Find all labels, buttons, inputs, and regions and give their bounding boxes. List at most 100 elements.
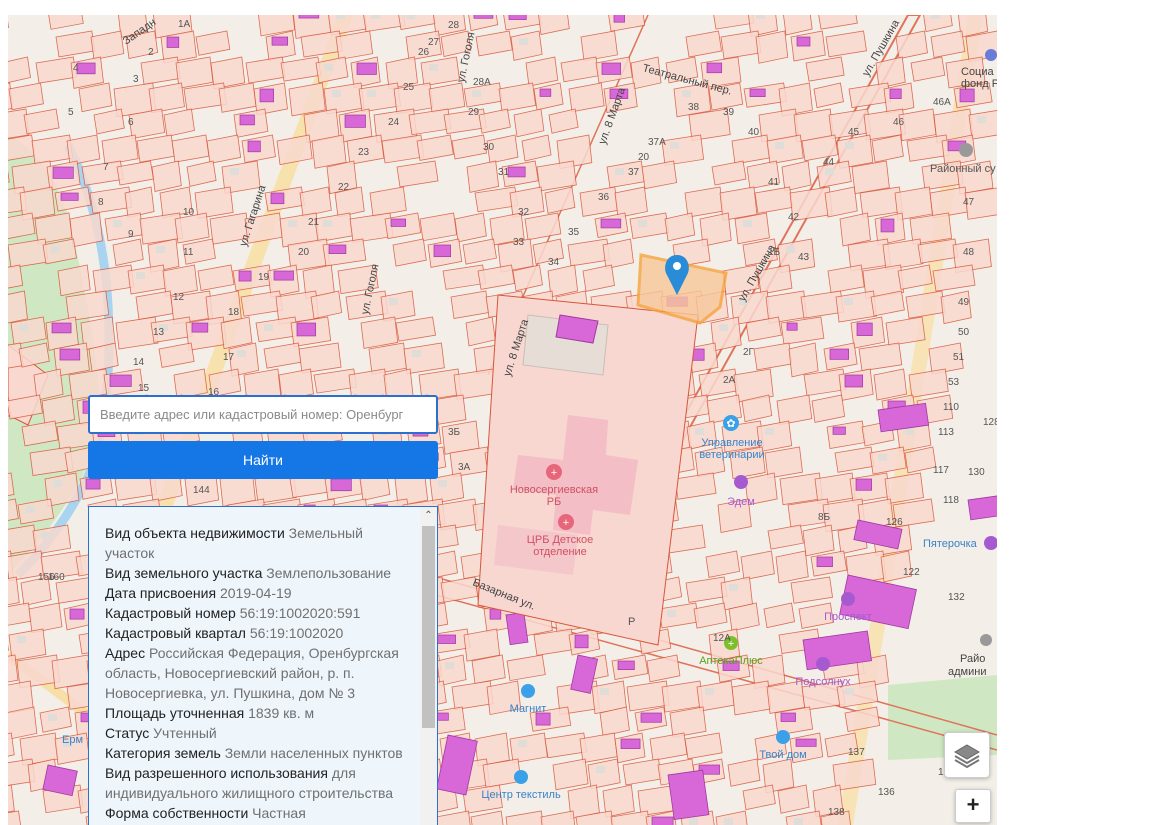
house-number: 21 (308, 217, 320, 228)
info-key: Дата присвоения (105, 585, 217, 601)
house-number: 26 (418, 47, 430, 58)
building-grey (719, 324, 728, 331)
parcel (8, 524, 38, 555)
commercial-building (505, 612, 529, 646)
parcel (608, 15, 646, 32)
building (298, 15, 320, 19)
building-grey (519, 38, 528, 45)
building-grey (288, 220, 297, 227)
building-grey (765, 428, 774, 435)
building-grey (472, 90, 481, 97)
building-grey (878, 454, 887, 461)
house-number: 144 (193, 485, 210, 496)
house-number: 34 (548, 257, 560, 268)
poi-rayonny: Районный су (930, 163, 996, 175)
parcel (505, 810, 544, 825)
parcel (834, 446, 875, 473)
parcel (580, 30, 618, 62)
parcel (754, 186, 794, 214)
info-panel[interactable]: Вид объекта недвижимости Земельный участ… (88, 506, 438, 825)
building-grey (695, 428, 704, 435)
zoom-in-button[interactable]: + (955, 789, 991, 823)
building-grey (53, 480, 62, 487)
building-grey (26, 506, 35, 513)
parcel (910, 56, 946, 82)
parcel (540, 810, 576, 825)
building-grey (615, 168, 624, 175)
building (844, 374, 864, 388)
house-number: 128 (983, 417, 997, 428)
parcel (127, 264, 167, 295)
building (356, 62, 377, 75)
building (85, 478, 101, 490)
house-number: 28 (448, 20, 460, 31)
find-button[interactable]: Найти (88, 441, 438, 479)
parcel (8, 576, 20, 606)
parcel (396, 160, 439, 188)
building-grey (845, 688, 854, 695)
building (959, 88, 975, 103)
building (390, 218, 407, 227)
house-number: 38 (688, 102, 700, 113)
building-grey (729, 584, 738, 591)
layers-button[interactable] (944, 732, 990, 778)
parcel (498, 82, 537, 112)
building (473, 15, 494, 19)
parcel (568, 82, 605, 113)
parcel (78, 82, 113, 113)
parcel (135, 290, 174, 321)
parcel (930, 30, 966, 58)
parcel (8, 290, 28, 324)
search-input[interactable] (88, 395, 438, 434)
poi-socfond-line1: Социа (961, 66, 995, 78)
parcel (470, 810, 504, 825)
building (330, 478, 352, 492)
house-number: 23 (358, 147, 370, 158)
parcel (851, 160, 890, 195)
parcel (641, 160, 678, 190)
house-number: 46 (893, 117, 905, 128)
building (613, 15, 625, 23)
parcel (858, 342, 903, 372)
house-number: 8 (98, 197, 104, 208)
parcel (158, 342, 195, 368)
house-number: 122 (903, 567, 920, 578)
parcel (536, 160, 577, 192)
parcel (35, 56, 77, 84)
info-row: Вид земельного участка Землепользование (105, 563, 415, 583)
poi-vet-line2: ветеринарии (699, 449, 764, 461)
house-number: 20 (298, 247, 310, 258)
parcel (538, 15, 570, 36)
house-number: 18 (228, 307, 240, 318)
parcel (811, 394, 846, 423)
parcel (552, 758, 589, 791)
info-key: Вид земельного участка (105, 565, 263, 581)
house-number: 20 (638, 152, 650, 163)
parcel (763, 602, 795, 629)
house-number: 27 (428, 37, 440, 48)
poi-hospital-line2: РБ (547, 496, 562, 508)
info-row: Адрес Российская Федерация, Оренбургская… (105, 643, 415, 703)
parcel (392, 238, 427, 267)
scroll-thumb[interactable] (422, 526, 435, 728)
info-scrollbar[interactable]: ⌃ (420, 507, 437, 825)
house-number: 42 (788, 212, 800, 223)
parcel (23, 108, 60, 135)
building (780, 712, 796, 722)
building-grey (705, 688, 714, 695)
building (296, 322, 317, 337)
building (889, 88, 902, 99)
building-grey (600, 688, 609, 695)
parcel (90, 30, 125, 61)
house-number: 15 (138, 383, 150, 394)
house-number: 2А (723, 375, 736, 386)
scroll-up-icon[interactable]: ⌃ (420, 507, 437, 524)
house-number: 29 (468, 107, 480, 118)
poi-kids-line1: ЦРБ Детское (527, 534, 594, 546)
building (69, 608, 85, 620)
parcel (436, 654, 467, 687)
info-row: Категория земель Земли населенных пункто… (105, 743, 415, 763)
parcel (875, 56, 906, 89)
parcel (742, 784, 776, 811)
house-number: 48 (963, 247, 975, 258)
